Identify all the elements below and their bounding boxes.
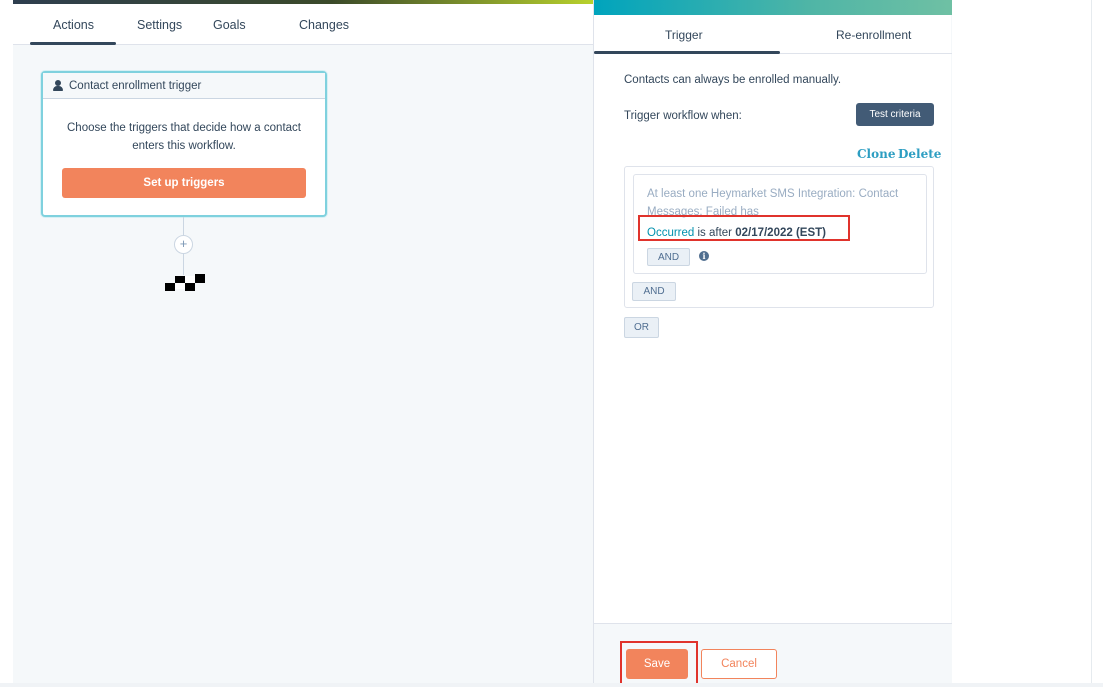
trigger-card-description: Choose the triggers that decide how a co…	[67, 122, 301, 152]
condition-highlight-box	[638, 215, 850, 241]
trigger-card-header: Contact enrollment trigger	[43, 73, 325, 99]
delete-link[interactable]: Delete	[898, 147, 941, 161]
manual-enrollment-note: Contacts can always be enrolled manually…	[624, 74, 842, 86]
set-up-triggers-button[interactable]: Set up triggers	[62, 168, 306, 198]
tab-trigger[interactable]: Trigger	[665, 28, 703, 42]
panel-top-bar	[594, 0, 952, 15]
left-gutter	[0, 0, 13, 687]
cancel-button[interactable]: Cancel	[701, 649, 777, 679]
trigger-when-label: Trigger workflow when:	[624, 110, 742, 122]
save-highlight-box	[620, 641, 698, 685]
workflow-tabs: Actions Settings Goals Changes	[13, 4, 593, 45]
trigger-card-title: Contact enrollment trigger	[69, 79, 202, 92]
bottom-strip	[0, 683, 1103, 687]
panel-footer: Save Cancel	[594, 623, 952, 685]
trigger-panel: Trigger Re-enrollment Contacts can alway…	[593, 0, 952, 685]
clone-link[interactable]: Clone	[857, 147, 895, 161]
tab-actions[interactable]: Actions	[53, 18, 94, 32]
info-icon[interactable]: i	[699, 251, 709, 261]
tab-changes[interactable]: Changes	[299, 18, 349, 32]
blank-area	[952, 0, 1091, 683]
or-button[interactable]: OR	[624, 317, 659, 338]
and-filter-button[interactable]: AND	[647, 248, 690, 266]
contact-enrollment-trigger-card[interactable]: Contact enrollment trigger Choose the tr…	[41, 71, 327, 217]
tab-re-enrollment[interactable]: Re-enrollment	[836, 28, 911, 42]
add-action-button[interactable]: +	[174, 235, 193, 254]
and-group-button[interactable]: AND	[632, 282, 676, 301]
test-criteria-button[interactable]: Test criteria	[856, 103, 934, 126]
tab-goals[interactable]: Goals	[213, 18, 246, 32]
right-gutter	[1091, 0, 1103, 687]
checkered-flag-icon	[165, 274, 205, 291]
active-panel-tab-indicator	[594, 51, 780, 54]
workflow-canvas: Actions Settings Goals Changes Contact e…	[13, 0, 593, 683]
person-icon	[53, 80, 63, 91]
active-tab-indicator	[30, 42, 116, 45]
tab-settings[interactable]: Settings	[137, 18, 182, 32]
panel-tabs: Trigger Re-enrollment	[594, 15, 952, 54]
